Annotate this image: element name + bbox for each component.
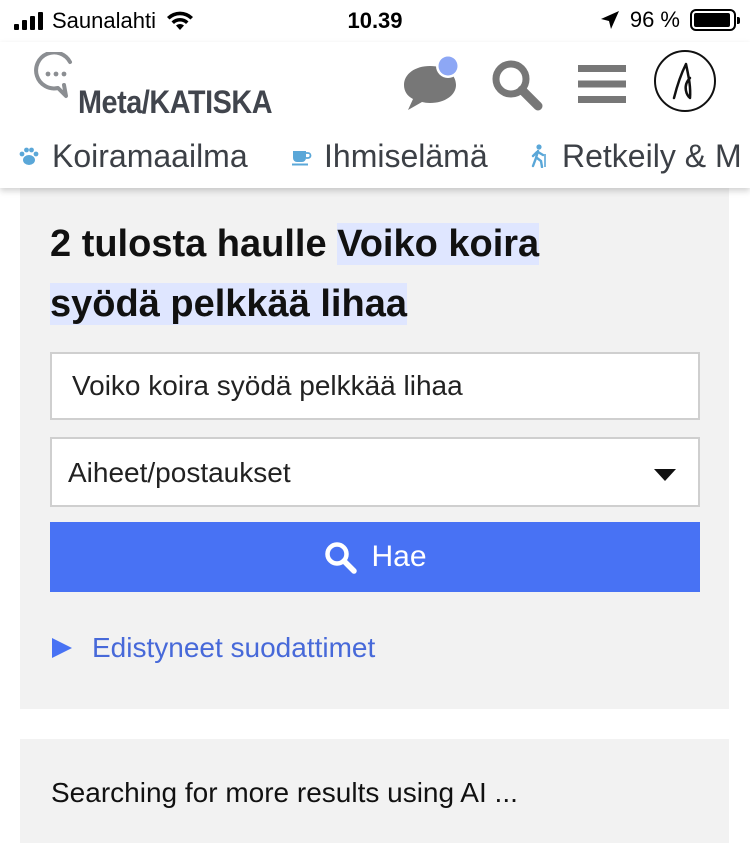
status-right: 96 %: [600, 7, 740, 33]
category-retkeily[interactable]: Retkeily & M: [526, 132, 742, 180]
chat-bubble-icon[interactable]: [398, 52, 462, 116]
category-label: Ihmiselämä: [324, 137, 488, 174]
notification-dot: [438, 56, 458, 76]
caret-right-icon: [52, 638, 72, 658]
battery-fill: [694, 13, 731, 27]
results-heading: 2 tulosta haulle Voiko koira syödä pelkkä…: [50, 214, 650, 334]
status-bar: Saunalahti 10.39 96 %: [0, 0, 750, 42]
logo-text: Meta/KATISKA: [78, 84, 273, 120]
paw-icon: [16, 143, 42, 169]
search-scope-select[interactable]: Aiheet/postaukset: [50, 437, 700, 507]
category-ihmiselama[interactable]: Ihmiselämä: [288, 132, 488, 180]
query-highlight: syödä pelkkää lihaa: [50, 283, 407, 325]
query-highlight: Voiko koira: [337, 223, 540, 265]
search-button[interactable]: Hae: [50, 522, 700, 592]
coffee-cup-icon: [288, 143, 314, 169]
results-prefix: 2 tulosta haulle: [50, 223, 338, 265]
category-label: Koiramaailma: [52, 137, 248, 174]
search-panel: 2 tulosta haulle Voiko koira syödä pelkkä…: [20, 188, 729, 709]
category-label: Retkeily & M: [562, 137, 742, 174]
chevron-down-icon: [654, 469, 676, 481]
category-koiramaailma[interactable]: Koiramaailma: [16, 132, 248, 180]
battery-icon: [690, 9, 740, 31]
advanced-filters-toggle[interactable]: Edistyneet suodattimet: [52, 632, 375, 664]
user-avatar[interactable]: [654, 50, 716, 112]
battery-percent: 96 %: [629, 7, 680, 32]
select-value: Aiheet/postaukset: [68, 457, 291, 488]
ai-search-panel: Searching for more results using AI ...: [20, 739, 729, 843]
hamburger-menu-icon[interactable]: [570, 52, 634, 116]
search-input[interactable]: [50, 352, 700, 420]
site-logo[interactable]: Meta/KATISKA: [28, 50, 288, 120]
search-icon[interactable]: [484, 52, 548, 116]
search-button-label: Hae: [371, 540, 427, 573]
location-arrow-icon: [600, 11, 619, 29]
logo-bubble-icon: [34, 52, 72, 98]
app-header: Meta/KATISKA Koiramaailma Ihmiselämä Ret…: [0, 42, 750, 188]
hiker-icon: [526, 143, 552, 169]
advanced-filters-label: Edistyneet suodattimet: [92, 632, 376, 663]
search-icon: [325, 542, 358, 574]
ai-search-status: Searching for more results using AI ...: [51, 777, 518, 808]
category-nav: Koiramaailma Ihmiselämä Retkeily & M: [0, 132, 750, 180]
